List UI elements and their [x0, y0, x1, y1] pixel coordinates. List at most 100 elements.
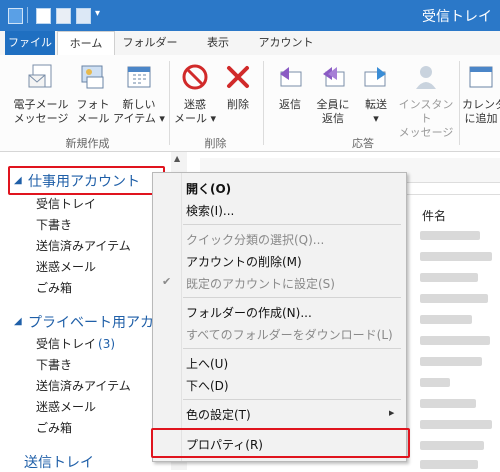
photo-mail-icon [81, 65, 104, 89]
ribbon-separator [263, 61, 264, 145]
window-title: 受信トレイ [422, 9, 492, 25]
calendar-icon [127, 66, 151, 88]
folder-drafts[interactable]: 下書き [36, 356, 72, 373]
calendar-add-icon [469, 66, 493, 88]
folder-sent[interactable]: 送信済みアイテム [36, 237, 131, 254]
context-menu: 開く(O) 検索(I)... クイック分類の選択(Q)... アカウントの削除(… [152, 172, 407, 462]
menu-item-download-all[interactable]: すべてのフォルダーをダウンロード(L) [186, 326, 393, 343]
unread-count: (3) [98, 337, 116, 351]
tab-account[interactable]: アカウント [254, 31, 318, 55]
app-icon [8, 8, 23, 24]
folder-junk[interactable]: 迷惑メール [36, 398, 96, 415]
folder-drafts[interactable]: 下書き [36, 216, 72, 233]
button-label: 返信 [322, 112, 344, 125]
tab-home[interactable]: ホーム [57, 31, 115, 57]
new-item-button[interactable]: 新しい アイテム ▾ [113, 63, 165, 126]
button-label: メール ▾ [173, 112, 217, 125]
menu-item-color[interactable]: 色の設定(T) [186, 406, 251, 423]
message-row[interactable] [420, 378, 450, 387]
junk-button[interactable]: 迷惑 メール ▾ [173, 63, 217, 126]
message-row[interactable] [420, 252, 492, 261]
highlight-box-account [8, 166, 165, 195]
send-receive-icon[interactable] [56, 8, 71, 24]
folder-outbox[interactable]: 送信トレイ [24, 452, 94, 472]
menu-item-new-folder[interactable]: フォルダーの作成(N)... [186, 304, 312, 321]
button-label: 新しい [122, 98, 156, 111]
im-icon [416, 66, 436, 89]
customize-toolbar-icon[interactable]: ▾ [95, 8, 100, 19]
message-row[interactable] [420, 441, 484, 450]
menu-separator [183, 297, 401, 298]
message-row[interactable] [420, 357, 482, 366]
scroll-up-icon[interactable]: ▲ [174, 154, 180, 163]
tab-view[interactable]: 表示 [195, 31, 241, 55]
menu-item-move-up[interactable]: 上へ(U) [186, 355, 228, 372]
column-header-subject[interactable]: 件名 [422, 207, 446, 224]
button-label: インスタント [398, 98, 454, 125]
message-row[interactable] [420, 231, 480, 240]
delete-x-icon [227, 66, 249, 88]
collapse-triangle-icon[interactable]: ◢ [14, 316, 22, 327]
new-item-icon[interactable] [36, 8, 51, 24]
folder-trash[interactable]: ごみ箱 [36, 279, 72, 296]
message-row[interactable] [420, 315, 472, 324]
photo-mail-button[interactable]: フォト メール [73, 63, 113, 126]
folder-sent[interactable]: 送信済みアイテム [36, 377, 131, 394]
menu-item-open[interactable]: 開く(O) [186, 180, 231, 197]
folder-junk[interactable]: 迷惑メール [36, 258, 96, 275]
account-private[interactable]: プライベート用アカウン [28, 312, 152, 332]
message-row[interactable] [420, 399, 476, 408]
group-label-new: 新規作成 [65, 137, 110, 150]
menu-item-set-default[interactable]: 既定のアカウントに設定(S) [186, 275, 335, 292]
tab-file[interactable]: ファイル [5, 31, 55, 55]
undo-icon[interactable] [76, 8, 91, 24]
forward-button[interactable]: 転送 ▾ [356, 63, 396, 126]
button-label: 削除 [227, 98, 249, 111]
new-email-button[interactable]: 電子メール メッセージ [10, 63, 72, 126]
check-icon: ✔ [162, 275, 172, 288]
menu-item-search[interactable]: 検索(I)... [186, 202, 234, 219]
folder-trash[interactable]: ごみ箱 [36, 419, 72, 436]
button-label: に追加 [464, 112, 498, 125]
reply-icon [280, 67, 302, 87]
button-label: 全員に [316, 98, 350, 111]
button-label: メール [76, 112, 110, 125]
menu-item-quick-click[interactable]: クイック分類の選択(Q)... [186, 231, 324, 248]
forward-icon [364, 67, 386, 87]
title-bar: ▾ 受信トレイ [0, 0, 500, 31]
menu-separator [183, 224, 401, 225]
button-label: 迷惑 [184, 98, 206, 111]
button-label: アイテム ▾ [113, 112, 165, 125]
message-row[interactable] [420, 460, 478, 469]
folder-inbox[interactable]: 受信トレイ [36, 195, 96, 212]
instant-message-button[interactable]: インスタント メッセージ [396, 63, 456, 140]
button-label: 電子メール [13, 98, 69, 111]
menu-item-move-down[interactable]: 下へ(D) [186, 377, 229, 394]
menu-gutter [181, 173, 182, 461]
button-label: フォト [76, 98, 110, 111]
highlight-box-properties [151, 428, 410, 458]
reply-all-button[interactable]: 全員に 返信 [311, 63, 355, 126]
group-label-respond: 応答 [352, 137, 374, 150]
button-label: 転送 [365, 98, 387, 111]
message-row[interactable] [420, 420, 492, 429]
message-row[interactable] [420, 336, 490, 345]
button-label: ▾ [373, 112, 379, 125]
message-row[interactable] [420, 294, 488, 303]
delete-button[interactable]: 削除 [218, 63, 258, 112]
message-row[interactable] [420, 273, 478, 282]
button-label: 返信 [279, 98, 301, 111]
add-to-calendar-button[interactable]: カレンダ に追加 [462, 63, 500, 126]
menu-item-delete-account[interactable]: アカウントの削除(M) [186, 253, 302, 270]
ribbon-separator [459, 61, 460, 145]
menu-separator [183, 348, 401, 349]
folder-label: 受信トレイ [36, 337, 97, 351]
toolbar-divider [27, 7, 28, 23]
ribbon-tab-bar: ファイル ホーム フォルダー 表示 アカウント [0, 31, 500, 57]
group-label-delete: 削除 [204, 137, 227, 150]
reply-button[interactable]: 返信 [270, 63, 310, 112]
block-icon [182, 64, 208, 90]
tab-folder[interactable]: フォルダー [118, 31, 182, 55]
reply-all-icon [323, 67, 345, 87]
folder-inbox[interactable]: 受信トレイ (3) [36, 335, 115, 352]
